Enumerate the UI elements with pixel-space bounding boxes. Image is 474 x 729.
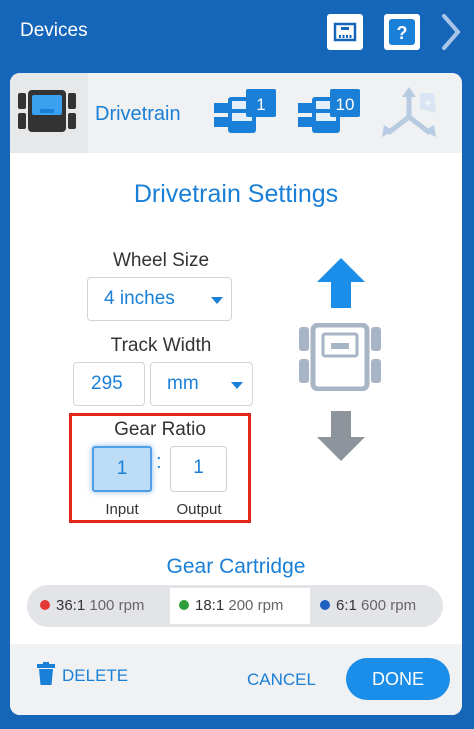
page-title: Devices <box>20 20 88 41</box>
tab-drivetrain[interactable]: Drivetrain <box>95 103 181 126</box>
arrow-up-icon[interactable] <box>315 256 367 310</box>
trash-icon <box>37 662 55 685</box>
track-width-unit-dropdown[interactable]: mm <box>150 362 253 406</box>
drivetrain-dialog: Drivetrain 1 10 + Drivetrain Settings Wh… <box>10 73 462 715</box>
output-label: Output <box>176 501 222 518</box>
drivetrain-icon <box>18 90 76 132</box>
top-bar: Devices ? <box>0 0 474 64</box>
robot-preview-icon <box>299 323 381 391</box>
motor-group-icon[interactable]: 1 <box>210 87 282 143</box>
help-icon: ? <box>389 19 415 45</box>
gear-cartridge-title: Gear Cartridge <box>166 555 306 578</box>
cancel-button[interactable]: CANCEL <box>247 670 316 690</box>
wheel-size-label: Wheel Size <box>112 250 210 271</box>
ratio-separator: : <box>156 451 162 473</box>
chevron-down-icon <box>231 382 243 389</box>
dialog-footer: DELETE CANCEL DONE <box>10 644 462 715</box>
motor-port-badge: 1 <box>256 95 265 114</box>
wheel-size-value: 4 inches <box>104 288 175 309</box>
svg-text:?: ? <box>397 23 408 43</box>
tab-drivetrain-icon[interactable] <box>10 73 88 153</box>
gear-output-field[interactable]: 1 <box>170 446 227 492</box>
chevron-down-icon <box>211 297 223 304</box>
add-sensor-icon[interactable]: + <box>374 85 444 145</box>
cartridge-option-36-1[interactable]: 36:1 100 rpm <box>40 585 144 627</box>
chevron-right-icon[interactable] <box>436 12 464 52</box>
svg-text:+: + <box>424 96 431 110</box>
motor-port-badge: 10 <box>336 95 355 114</box>
ethernet-port-icon <box>333 22 357 42</box>
arrow-down-icon[interactable] <box>315 409 367 463</box>
track-width-label: Track Width <box>110 335 212 356</box>
green-dot-icon <box>179 600 189 610</box>
wheel-size-dropdown[interactable]: 4 inches <box>87 277 232 321</box>
cartridge-option-6-1[interactable]: 6:1 600 rpm <box>320 585 416 627</box>
cartridge-option-18-1[interactable]: 18:1 200 rpm <box>170 588 310 624</box>
device-tabs: Drivetrain 1 10 + <box>10 73 462 153</box>
track-width-value: 295 <box>91 373 123 394</box>
gear-cartridge-selector: 36:1 100 rpm 18:1 200 rpm 6:1 600 rpm <box>27 585 443 627</box>
help-button[interactable]: ? <box>384 14 420 50</box>
input-label: Input <box>105 501 139 518</box>
blue-dot-icon <box>320 600 330 610</box>
gear-ratio-label: Gear Ratio <box>114 419 206 440</box>
network-device-button[interactable] <box>327 14 363 50</box>
settings-title: Drivetrain Settings <box>133 180 339 208</box>
done-button[interactable]: DONE <box>346 658 450 700</box>
track-width-field[interactable]: 295 <box>73 362 145 406</box>
red-dot-icon <box>40 600 50 610</box>
track-width-unit: mm <box>167 373 199 394</box>
motor-group-icon[interactable]: 10 <box>294 87 372 143</box>
gear-input-field[interactable]: 1 <box>92 446 152 492</box>
